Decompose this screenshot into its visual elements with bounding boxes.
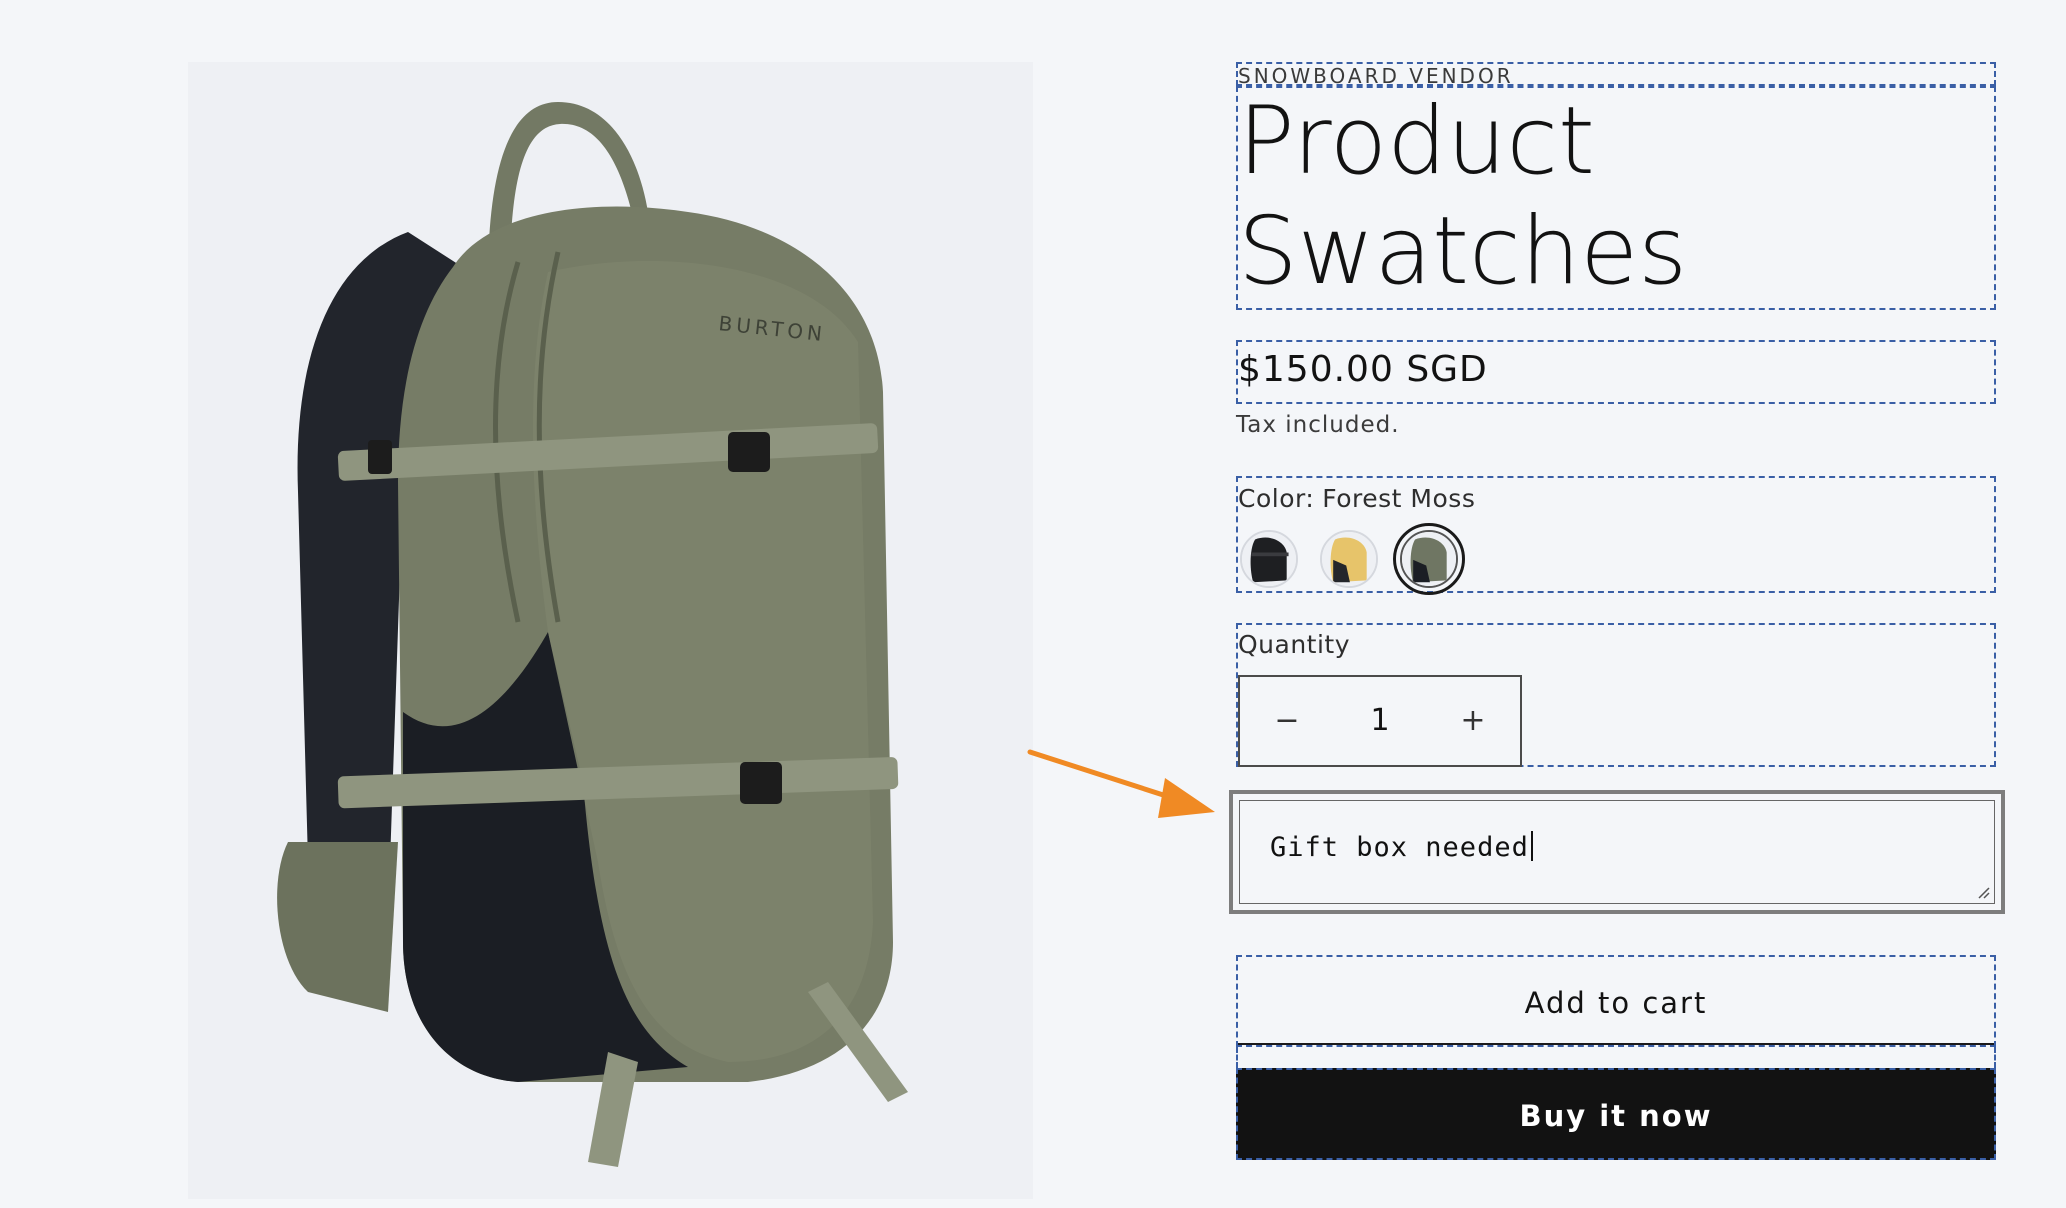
buy-it-now-label: Buy it now bbox=[1519, 1099, 1713, 1133]
product-title-line-1: Product bbox=[1238, 87, 1595, 196]
quantity-input[interactable]: 1 bbox=[1334, 677, 1426, 765]
product-title: Product Swatches bbox=[1236, 86, 1996, 310]
color-label-row: Color: Forest Moss bbox=[1238, 484, 1475, 513]
gift-note-field-wrapper: Gift box needed bbox=[1229, 790, 2005, 914]
text-caret bbox=[1530, 831, 1533, 861]
add-to-cart-button[interactable]: Add to cart bbox=[1236, 955, 1996, 1047]
quantity-decrease-button[interactable]: − bbox=[1240, 677, 1334, 765]
gift-note-text: Gift box needed bbox=[1270, 832, 1529, 863]
color-selector: Color: Forest Moss bbox=[1236, 476, 1996, 595]
add-to-cart-label: Add to cart bbox=[1524, 986, 1708, 1020]
gift-note-value: Gift box needed bbox=[1270, 831, 1533, 863]
backpack-image: BURTON bbox=[188, 62, 1033, 1199]
selected-color-name: Forest Moss bbox=[1322, 484, 1476, 513]
quantity-stepper: − 1 + bbox=[1238, 675, 1522, 767]
swatch-forest-moss-image bbox=[1402, 532, 1456, 586]
swatch-yellow-image bbox=[1322, 532, 1376, 586]
product-vendor: SNOWBOARD VENDOR bbox=[1236, 62, 1996, 88]
buy-it-now-button[interactable]: Buy it now bbox=[1236, 1068, 1996, 1160]
product-image[interactable]: BURTON bbox=[188, 62, 1033, 1199]
swatch-yellow[interactable] bbox=[1320, 530, 1378, 588]
annotation-arrow-icon bbox=[1027, 749, 1215, 818]
quantity-increase-button[interactable]: + bbox=[1426, 677, 1520, 765]
quantity-label: Quantity bbox=[1238, 630, 1351, 659]
product-title-line-2: Swatches bbox=[1238, 197, 1688, 306]
product-price: $150.00 SGD bbox=[1236, 340, 1996, 404]
gift-note-textarea[interactable]: Gift box needed bbox=[1239, 800, 1995, 904]
quantity-selector: Quantity − 1 + bbox=[1236, 623, 1996, 767]
swatch-forest-moss[interactable] bbox=[1393, 523, 1465, 595]
tax-note: Tax included. bbox=[1236, 412, 1400, 438]
swatch-black[interactable] bbox=[1240, 530, 1298, 588]
button-gap bbox=[1236, 1047, 1996, 1068]
swatch-black-image bbox=[1242, 532, 1296, 586]
color-label: Color: bbox=[1238, 484, 1315, 513]
resize-handle-icon[interactable] bbox=[1976, 885, 1990, 899]
